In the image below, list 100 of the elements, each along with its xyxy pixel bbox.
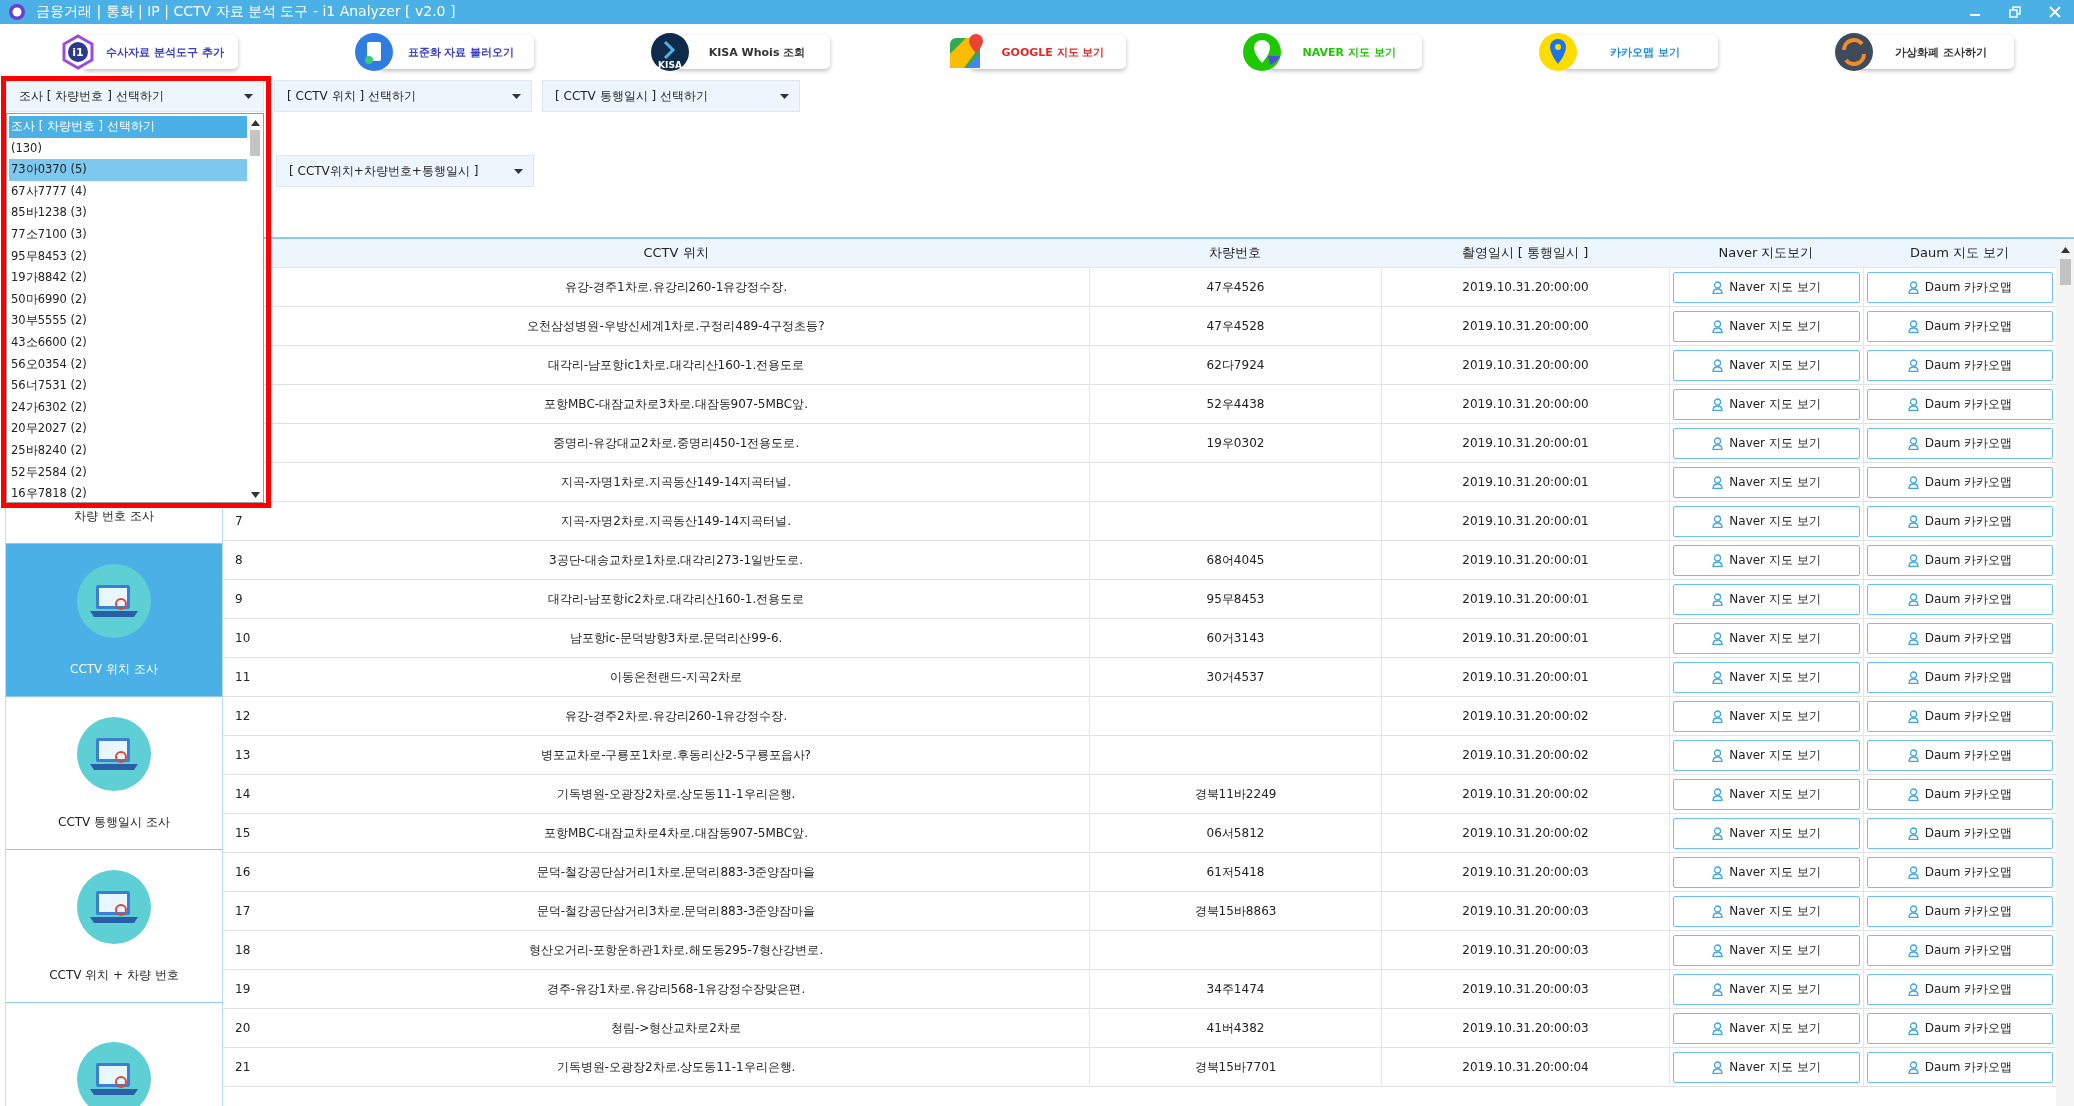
dropdown-option[interactable]: 43소6600 (2) [9,331,247,354]
scroll-down-icon[interactable] [250,492,260,498]
map-button[interactable]: Daum 카카오맵 [1867,778,2053,810]
table-cell: 2019.10.31.20:00:01 [1462,631,1589,645]
toolbar-button[interactable]: KISA KISA Whois 조회 [650,32,830,72]
close-icon[interactable] [2048,5,2062,19]
toolbar-button[interactable]: 표준화 자료 불러오기 [354,32,534,72]
dropdown-option[interactable]: 24가6302 (2) [9,396,247,419]
scroll-up-icon[interactable] [250,120,260,126]
map-button[interactable]: Naver 지도 보기 [1673,622,1860,654]
person-icon [1907,748,1919,762]
map-button[interactable]: Naver 지도 보기 [1673,895,1860,927]
toolbar-button[interactable]: 가상화폐 조사하기 [1834,32,2014,72]
dropdown-option[interactable]: 52두2584 (2) [9,461,247,484]
map-button[interactable]: Naver 지도 보기 [1673,388,1860,420]
map-button[interactable]: Daum 카카오맵 [1867,544,2053,576]
map-button[interactable]: Naver 지도 보기 [1673,661,1860,693]
dropdown-option[interactable]: 73아0370 (5) [9,159,247,181]
person-icon [1907,631,1919,645]
toolbar-button[interactable]: i1 수사자료 분석도구 추가 [58,32,238,72]
map-button[interactable]: Daum 카카오맵 [1867,1012,2053,1044]
map-button[interactable]: Daum 카카오맵 [1867,895,2053,927]
person-icon [1712,904,1724,918]
map-button[interactable]: Naver 지도 보기 [1673,778,1860,810]
map-button[interactable]: Naver 지도 보기 [1673,856,1860,888]
person-icon [1907,514,1919,528]
dropdown-option[interactable]: 95무8453 (2) [9,245,247,268]
map-button[interactable]: Daum 카카오맵 [1867,349,2053,381]
dropdown-option[interactable]: 77소7100 (3) [9,223,247,246]
row-number: 9 [235,592,243,606]
dropdown-option[interactable]: 50마6990 (2) [9,288,247,311]
dropdown-option[interactable]: 56오0354 (2) [9,353,247,376]
person-icon [1907,709,1919,723]
table-cell: 경주-유강1차로.유강리568-1유강정수장맞은편. [546,980,806,998]
dropdown[interactable]: 조사 [ 차량번호 ] 선택하기 [6,80,264,112]
map-button[interactable]: Daum 카카오맵 [1867,583,2053,615]
dropdown-option[interactable]: 85바1238 (3) [9,202,247,224]
dropdown-option[interactable]: 16우7818 (2) [9,483,247,502]
map-button[interactable]: Naver 지도 보기 [1673,349,1860,381]
map-button[interactable]: Naver 지도 보기 [1673,271,1860,303]
dropdown[interactable]: [ CCTV 통행일시 ] 선택하기 [542,80,800,112]
restore-icon[interactable] [2008,5,2022,19]
map-button[interactable]: Naver 지도 보기 [1673,700,1860,732]
map-button[interactable]: Daum 카카오맵 [1867,661,2053,693]
map-button[interactable]: Daum 카카오맵 [1867,1051,2053,1083]
sidebar-label: 차량 번호 조사 [74,507,154,525]
dropdown-option[interactable]: 56너7531 (2) [9,375,247,397]
map-button[interactable]: Daum 카카오맵 [1867,934,2053,966]
map-button[interactable]: Daum 카카오맵 [1867,739,2053,771]
map-button[interactable]: Daum 카카오맵 [1867,817,2053,849]
map-button[interactable]: Naver 지도 보기 [1673,817,1860,849]
map-button[interactable]: Naver 지도 보기 [1673,466,1860,498]
toolbar-button[interactable]: 카카오맵 보기 [1538,32,1718,72]
map-pin-icon [1242,32,1282,72]
map-button[interactable]: Naver 지도 보기 [1673,739,1860,771]
map-button[interactable]: Daum 카카오맵 [1867,856,2053,888]
scroll-thumb[interactable] [2060,259,2071,285]
toolbar-button[interactable]: GOOGLE 지도 보기 [946,32,1126,72]
map-button[interactable]: Naver 지도 보기 [1673,427,1860,459]
table-cell: 62다7924 [1206,356,1265,374]
table-cell: 포항MBC-대잠교차로3차로.대잠동907-5MBC앞. [544,395,808,413]
table-cell: 2019.10.31.20:00:01 [1462,592,1589,606]
map-button[interactable]: Daum 카카오맵 [1867,388,2053,420]
map-button[interactable]: Daum 카카오맵 [1867,466,2053,498]
map-button[interactable]: Naver 지도 보기 [1673,1051,1860,1083]
map-button[interactable]: Naver 지도 보기 [1673,1012,1860,1044]
person-icon [1907,826,1919,840]
table-cell: 2019.10.31.20:00:02 [1462,826,1589,840]
map-button[interactable]: Naver 지도 보기 [1673,544,1860,576]
dropdown-option[interactable]: 30부5555 (2) [9,310,247,332]
dropdown-option[interactable]: (130) [9,137,247,160]
map-button[interactable]: Daum 카카오맵 [1867,622,2053,654]
map-button[interactable]: Daum 카카오맵 [1867,271,2053,303]
dropdown-option[interactable]: 67사7777 (4) [9,180,247,203]
map-button[interactable]: Naver 지도 보기 [1673,934,1860,966]
caret-icon [780,93,789,99]
map-button[interactable]: Naver 지도 보기 [1673,310,1860,342]
dropdown-option[interactable]: 19가8842 (2) [9,267,247,289]
row-number: 19 [235,982,251,996]
person-icon [1907,670,1919,684]
map-button[interactable]: Daum 카카오맵 [1867,973,2053,1005]
row-number: 10 [235,631,251,645]
map-button[interactable]: Daum 카카오맵 [1867,700,2053,732]
dropdown[interactable]: [ CCTV 위치 ] 선택하기 [274,80,532,112]
map-button[interactable]: Daum 카카오맵 [1867,505,2053,537]
dropdown-option[interactable]: 20무2027 (2) [9,418,247,440]
map-button[interactable]: Naver 지도 보기 [1673,505,1860,537]
scrollbar[interactable] [2056,239,2074,1106]
dropdown-option[interactable]: 25바8240 (2) [9,439,247,462]
scroll-up-icon[interactable] [2061,247,2070,253]
table-cell: 61저5418 [1206,863,1265,881]
person-icon [1712,475,1724,489]
map-button[interactable]: Daum 카카오맵 [1867,310,2053,342]
scroll-thumb[interactable] [250,130,260,156]
map-button[interactable]: Daum 카카오맵 [1867,427,2053,459]
dropdown[interactable]: [ CCTV위치+차량번호+통행일시 ] [276,155,534,187]
map-button[interactable]: Naver 지도 보기 [1673,973,1860,1005]
map-button[interactable]: Naver 지도 보기 [1673,583,1860,615]
table-cell: 2019.10.31.20:00:01 [1462,670,1589,684]
column-header: 차량번호 [1209,244,1261,262]
